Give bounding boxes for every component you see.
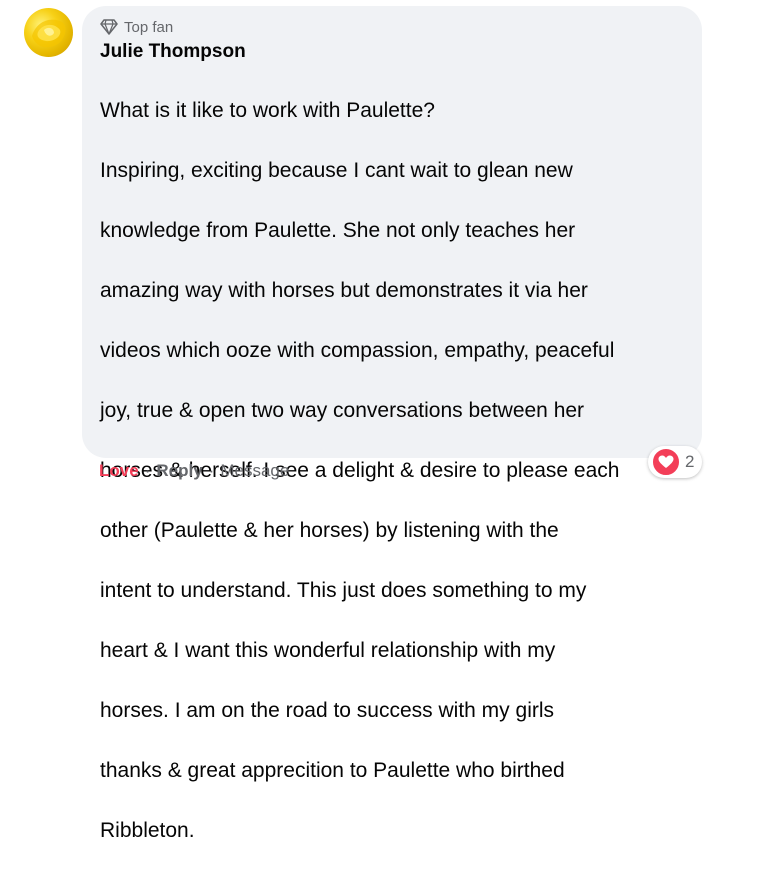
- comment-line: heart & I want this wonderful relationsh…: [100, 639, 556, 662]
- heart-icon: [651, 447, 681, 477]
- avatar-image: [32, 19, 66, 48]
- comment-line: other (Paulette & her horses) by listeni…: [100, 519, 559, 542]
- message-link[interactable]: Message: [220, 461, 289, 481]
- comment-line: intent to understand. This just does som…: [100, 579, 587, 602]
- comment-bubble: Top fan Julie Thompson What is it like t…: [82, 6, 702, 842]
- comment-line: Inspiring, exciting because I cant wait …: [100, 159, 573, 182]
- comment-line: knowledge from Paulette. She not only te…: [100, 219, 576, 242]
- reply-button[interactable]: Reply: [156, 461, 202, 481]
- comment-line: thanks & great apprecition to Paulette w…: [100, 759, 565, 782]
- action-separator: ·: [208, 461, 215, 480]
- diamond-icon: [100, 19, 118, 35]
- comment-line: What is it like to work with Paulette?: [100, 99, 435, 122]
- avatar[interactable]: [24, 8, 73, 57]
- comment-line: amazing way with horses but demonstrates…: [100, 279, 588, 302]
- comment-line: joy, true & open two way conversations b…: [100, 399, 585, 422]
- badge-label: Top fan: [124, 18, 174, 36]
- love-button[interactable]: Love: [99, 461, 139, 481]
- reaction-summary[interactable]: 2: [648, 446, 703, 478]
- comment-line: horses. I am on the road to success with…: [100, 699, 555, 722]
- reaction-count: 2: [685, 452, 695, 471]
- comment-author[interactable]: Julie Thompson: [100, 40, 246, 64]
- comment-line: videos which ooze with compassion, empat…: [100, 339, 615, 362]
- comment-line: Ribbleton.: [100, 819, 195, 842]
- action-separator: ·: [144, 461, 151, 480]
- comment-actions: Love · Reply · Message: [99, 461, 289, 481]
- top-fan-badge: Top fan: [100, 16, 688, 38]
